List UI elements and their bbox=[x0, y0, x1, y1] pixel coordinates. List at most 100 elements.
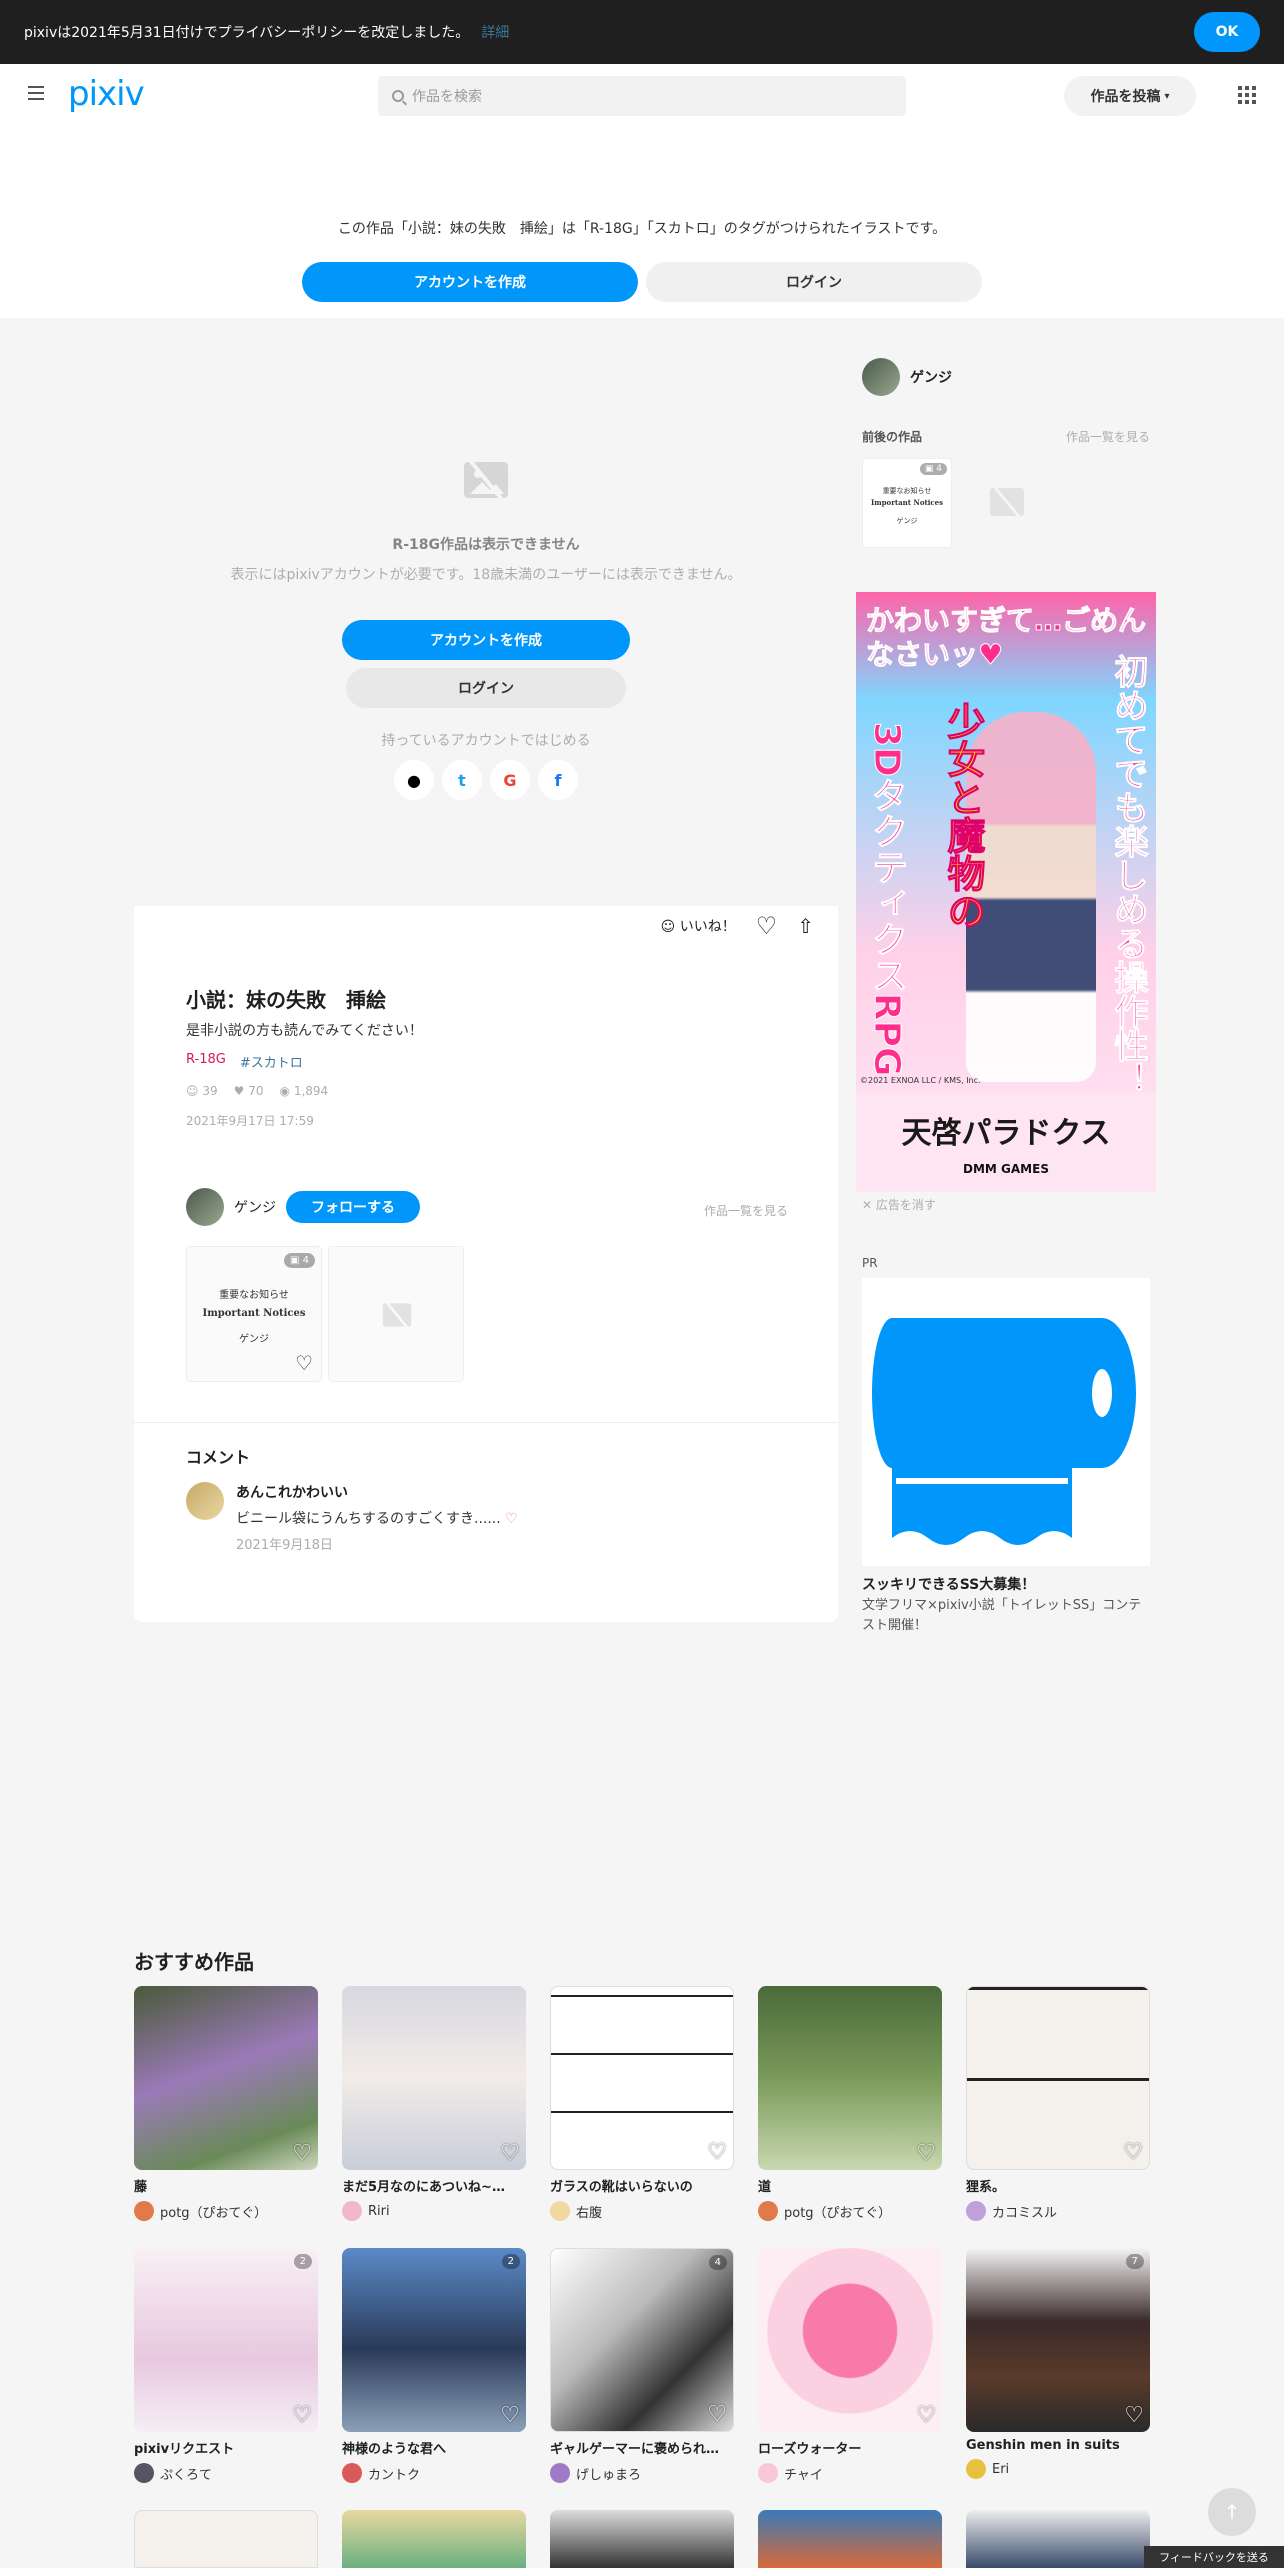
blocked-work-thumbnail[interactable] bbox=[328, 1246, 464, 1382]
recommended-work-title[interactable]: 道 bbox=[758, 2176, 942, 2195]
close-ad-link[interactable]: ✕ 広告を消す bbox=[862, 1196, 936, 1213]
bookmark-heart-icon[interactable]: ♡ bbox=[1123, 2140, 1143, 2165]
recommended-card[interactable]: 2 ♡ 神様のような君へ カントク bbox=[342, 2248, 526, 2483]
recommended-card[interactable]: ♡ ローズウォーター チャイ bbox=[758, 2248, 942, 2483]
create-account-button[interactable]: アカウントを作成 bbox=[302, 262, 638, 302]
notice-ok-button[interactable]: OK bbox=[1194, 12, 1260, 52]
recommended-card-partial[interactable] bbox=[342, 2510, 526, 2568]
recommended-author[interactable]: potg（ぴおてぐ） bbox=[134, 2201, 318, 2221]
blocked-create-account-button[interactable]: アカウントを作成 bbox=[342, 620, 630, 660]
recommended-thumbnail[interactable]: ♡ bbox=[134, 1986, 318, 2170]
like-button[interactable]: ☺ いいね！ bbox=[661, 916, 736, 936]
bookmark-heart-icon[interactable]: ♡ bbox=[707, 2402, 727, 2427]
scroll-to-top-button[interactable]: ↑ bbox=[1208, 2488, 1256, 2536]
author-name[interactable]: ゲンジ bbox=[234, 1197, 276, 1217]
recommended-author[interactable]: Riri bbox=[342, 2201, 526, 2221]
recommended-work-title[interactable]: pixivリクエスト bbox=[134, 2438, 318, 2457]
recommended-card-partial[interactable] bbox=[966, 2510, 1150, 2568]
feedback-button[interactable]: フィードバックを送る bbox=[1144, 2546, 1284, 2568]
sidebar-see-all-link[interactable]: 作品一覧を見る bbox=[1066, 428, 1150, 445]
post-work-button[interactable]: 作品を投稿 ▾ bbox=[1064, 76, 1196, 116]
recommended-thumbnail[interactable]: ♡ bbox=[966, 1986, 1150, 2170]
recommended-work-title[interactable]: ギャルゲーマーに褒められ… bbox=[550, 2438, 734, 2457]
recommended-work-title[interactable]: 藤 bbox=[134, 2176, 318, 2195]
recommended-card[interactable]: ♡ 狸系。 カコミスル bbox=[966, 1986, 1150, 2221]
recommended-thumbnail[interactable]: ♡ bbox=[758, 2248, 942, 2432]
recommended-work-title[interactable]: まだ5月なのにあついね~… bbox=[342, 2176, 526, 2195]
recommended-card-partial[interactable] bbox=[134, 2510, 318, 2568]
recommended-work-title[interactable]: 神様のような君へ bbox=[342, 2438, 526, 2457]
bookmark-heart-icon[interactable]: ♡ bbox=[500, 2141, 520, 2166]
menu-icon[interactable] bbox=[28, 86, 44, 100]
privacy-notice-link[interactable]: 詳細 bbox=[481, 22, 509, 42]
blocked-login-button[interactable]: ログイン bbox=[346, 668, 626, 708]
share-icon[interactable]: ⇧ bbox=[797, 914, 814, 938]
bookmark-heart-icon[interactable]: ♡ bbox=[292, 2403, 312, 2428]
facebook-login-icon[interactable]: f bbox=[538, 760, 578, 800]
recommended-author[interactable]: ぷくろて bbox=[134, 2463, 318, 2483]
search-input[interactable]: 作品を検索 bbox=[378, 76, 906, 116]
recommended-thumbnail[interactable]: 2 ♡ bbox=[134, 2248, 318, 2432]
recommended-thumbnail[interactable]: ♡ bbox=[550, 1986, 734, 2170]
apps-grid-icon[interactable] bbox=[1238, 86, 1256, 104]
twitter-login-icon[interactable]: t bbox=[442, 760, 482, 800]
bookmark-heart-icon[interactable]: ♡ bbox=[916, 2403, 936, 2428]
bookmark-heart-icon[interactable]: ♡ bbox=[756, 912, 778, 940]
recommended-thumbnail[interactable]: 7 ♡ bbox=[966, 2248, 1150, 2432]
sidebar-author[interactable]: ゲンジ bbox=[862, 358, 952, 396]
recommended-thumbnail[interactable] bbox=[966, 2510, 1150, 2568]
pr-image[interactable] bbox=[862, 1278, 1150, 1566]
apple-login-icon[interactable]: ● bbox=[394, 760, 434, 800]
commenter-name[interactable]: あんこれかわいい bbox=[236, 1482, 518, 1502]
recommended-card-partial[interactable] bbox=[550, 2510, 734, 2568]
see-all-works-link[interactable]: 作品一覧を見る bbox=[704, 1202, 788, 1219]
pr-title[interactable]: スッキリできるSS大募集！ bbox=[862, 1574, 1035, 1594]
recommended-author[interactable]: potg（ぴおてぐ） bbox=[758, 2201, 942, 2221]
recommended-card[interactable]: 2 ♡ pixivリクエスト ぷくろて bbox=[134, 2248, 318, 2483]
recommended-work-title[interactable]: Genshin men in suits bbox=[966, 2438, 1150, 2453]
author-work-thumbnail[interactable]: ▣ 4 重要なお知らせ Important Notices ゲンジ ♡ bbox=[186, 1246, 322, 1382]
sidebar-author-avatar[interactable] bbox=[862, 358, 900, 396]
login-button[interactable]: ログイン bbox=[646, 262, 982, 302]
follow-button[interactable]: フォローする bbox=[286, 1191, 420, 1223]
recommended-work-title[interactable]: ガラスの靴はいらないの bbox=[550, 2176, 734, 2195]
bookmark-heart-icon[interactable]: ♡ bbox=[1124, 2403, 1144, 2428]
recommended-author[interactable]: Eri bbox=[966, 2459, 1150, 2479]
recommended-card-partial[interactable] bbox=[758, 2510, 942, 2568]
recommended-work-title[interactable]: ローズウォーター bbox=[758, 2438, 942, 2457]
bookmark-heart-icon[interactable]: ♡ bbox=[500, 2403, 520, 2428]
recommended-thumbnail[interactable]: ♡ bbox=[342, 1986, 526, 2170]
recommended-thumbnail[interactable]: 4 ♡ bbox=[550, 2248, 734, 2432]
advertisement-banner[interactable]: かわいすぎて…ごめんなさいッ♥ 初めてでも楽しめる操作性！ 少女と魔物の 3Dタ… bbox=[856, 592, 1156, 1192]
tag-r18g[interactable]: R-18G bbox=[186, 1052, 226, 1071]
recommended-work-title[interactable]: 狸系。 bbox=[966, 2176, 1150, 2195]
tag-scatology[interactable]: #スカトロ bbox=[240, 1052, 303, 1071]
recommended-card[interactable]: ♡ 藤 potg（ぴおてぐ） bbox=[134, 1986, 318, 2221]
neighbor-work-thumbnail[interactable]: ▣ 4 重要なお知らせ Important Notices ゲンジ bbox=[862, 458, 952, 548]
recommended-thumbnail[interactable] bbox=[758, 2510, 942, 2568]
recommended-card[interactable]: ♡ まだ5月なのにあついね~… Riri bbox=[342, 1986, 526, 2221]
pixiv-logo[interactable]: pixiv bbox=[68, 74, 145, 114]
recommended-card[interactable]: ♡ 道 potg（ぴおてぐ） bbox=[758, 1986, 942, 2221]
no-image-icon[interactable] bbox=[960, 458, 1050, 548]
recommended-author[interactable]: カントク bbox=[342, 2463, 526, 2483]
recommended-author[interactable]: カコミスル bbox=[966, 2201, 1150, 2221]
bookmark-heart-icon[interactable]: ♡ bbox=[707, 2140, 727, 2165]
recommended-thumbnail[interactable] bbox=[134, 2510, 318, 2568]
google-login-icon[interactable]: G bbox=[490, 760, 530, 800]
recommended-thumbnail[interactable] bbox=[342, 2510, 526, 2568]
bookmark-heart-icon[interactable]: ♡ bbox=[295, 1351, 313, 1375]
recommended-thumbnail[interactable] bbox=[550, 2510, 734, 2568]
recommended-card[interactable]: 7 ♡ Genshin men in suits Eri bbox=[966, 2248, 1150, 2479]
author-avatar[interactable] bbox=[186, 1188, 224, 1226]
commenter-avatar[interactable] bbox=[186, 1482, 224, 1520]
recommended-thumbnail[interactable]: ♡ bbox=[758, 1986, 942, 2170]
recommended-card[interactable]: ♡ ガラスの靴はいらないの 右腹 bbox=[550, 1986, 734, 2221]
recommended-card[interactable]: 4 ♡ ギャルゲーマーに褒められ… げしゅまろ bbox=[550, 2248, 734, 2483]
sidebar-author-name[interactable]: ゲンジ bbox=[910, 367, 952, 387]
recommended-thumbnail[interactable]: 2 ♡ bbox=[342, 2248, 526, 2432]
bookmark-heart-icon[interactable]: ♡ bbox=[292, 2141, 312, 2166]
recommended-author[interactable]: チャイ bbox=[758, 2463, 942, 2483]
bookmark-heart-icon[interactable]: ♡ bbox=[916, 2141, 936, 2166]
recommended-author[interactable]: げしゅまろ bbox=[550, 2463, 734, 2483]
